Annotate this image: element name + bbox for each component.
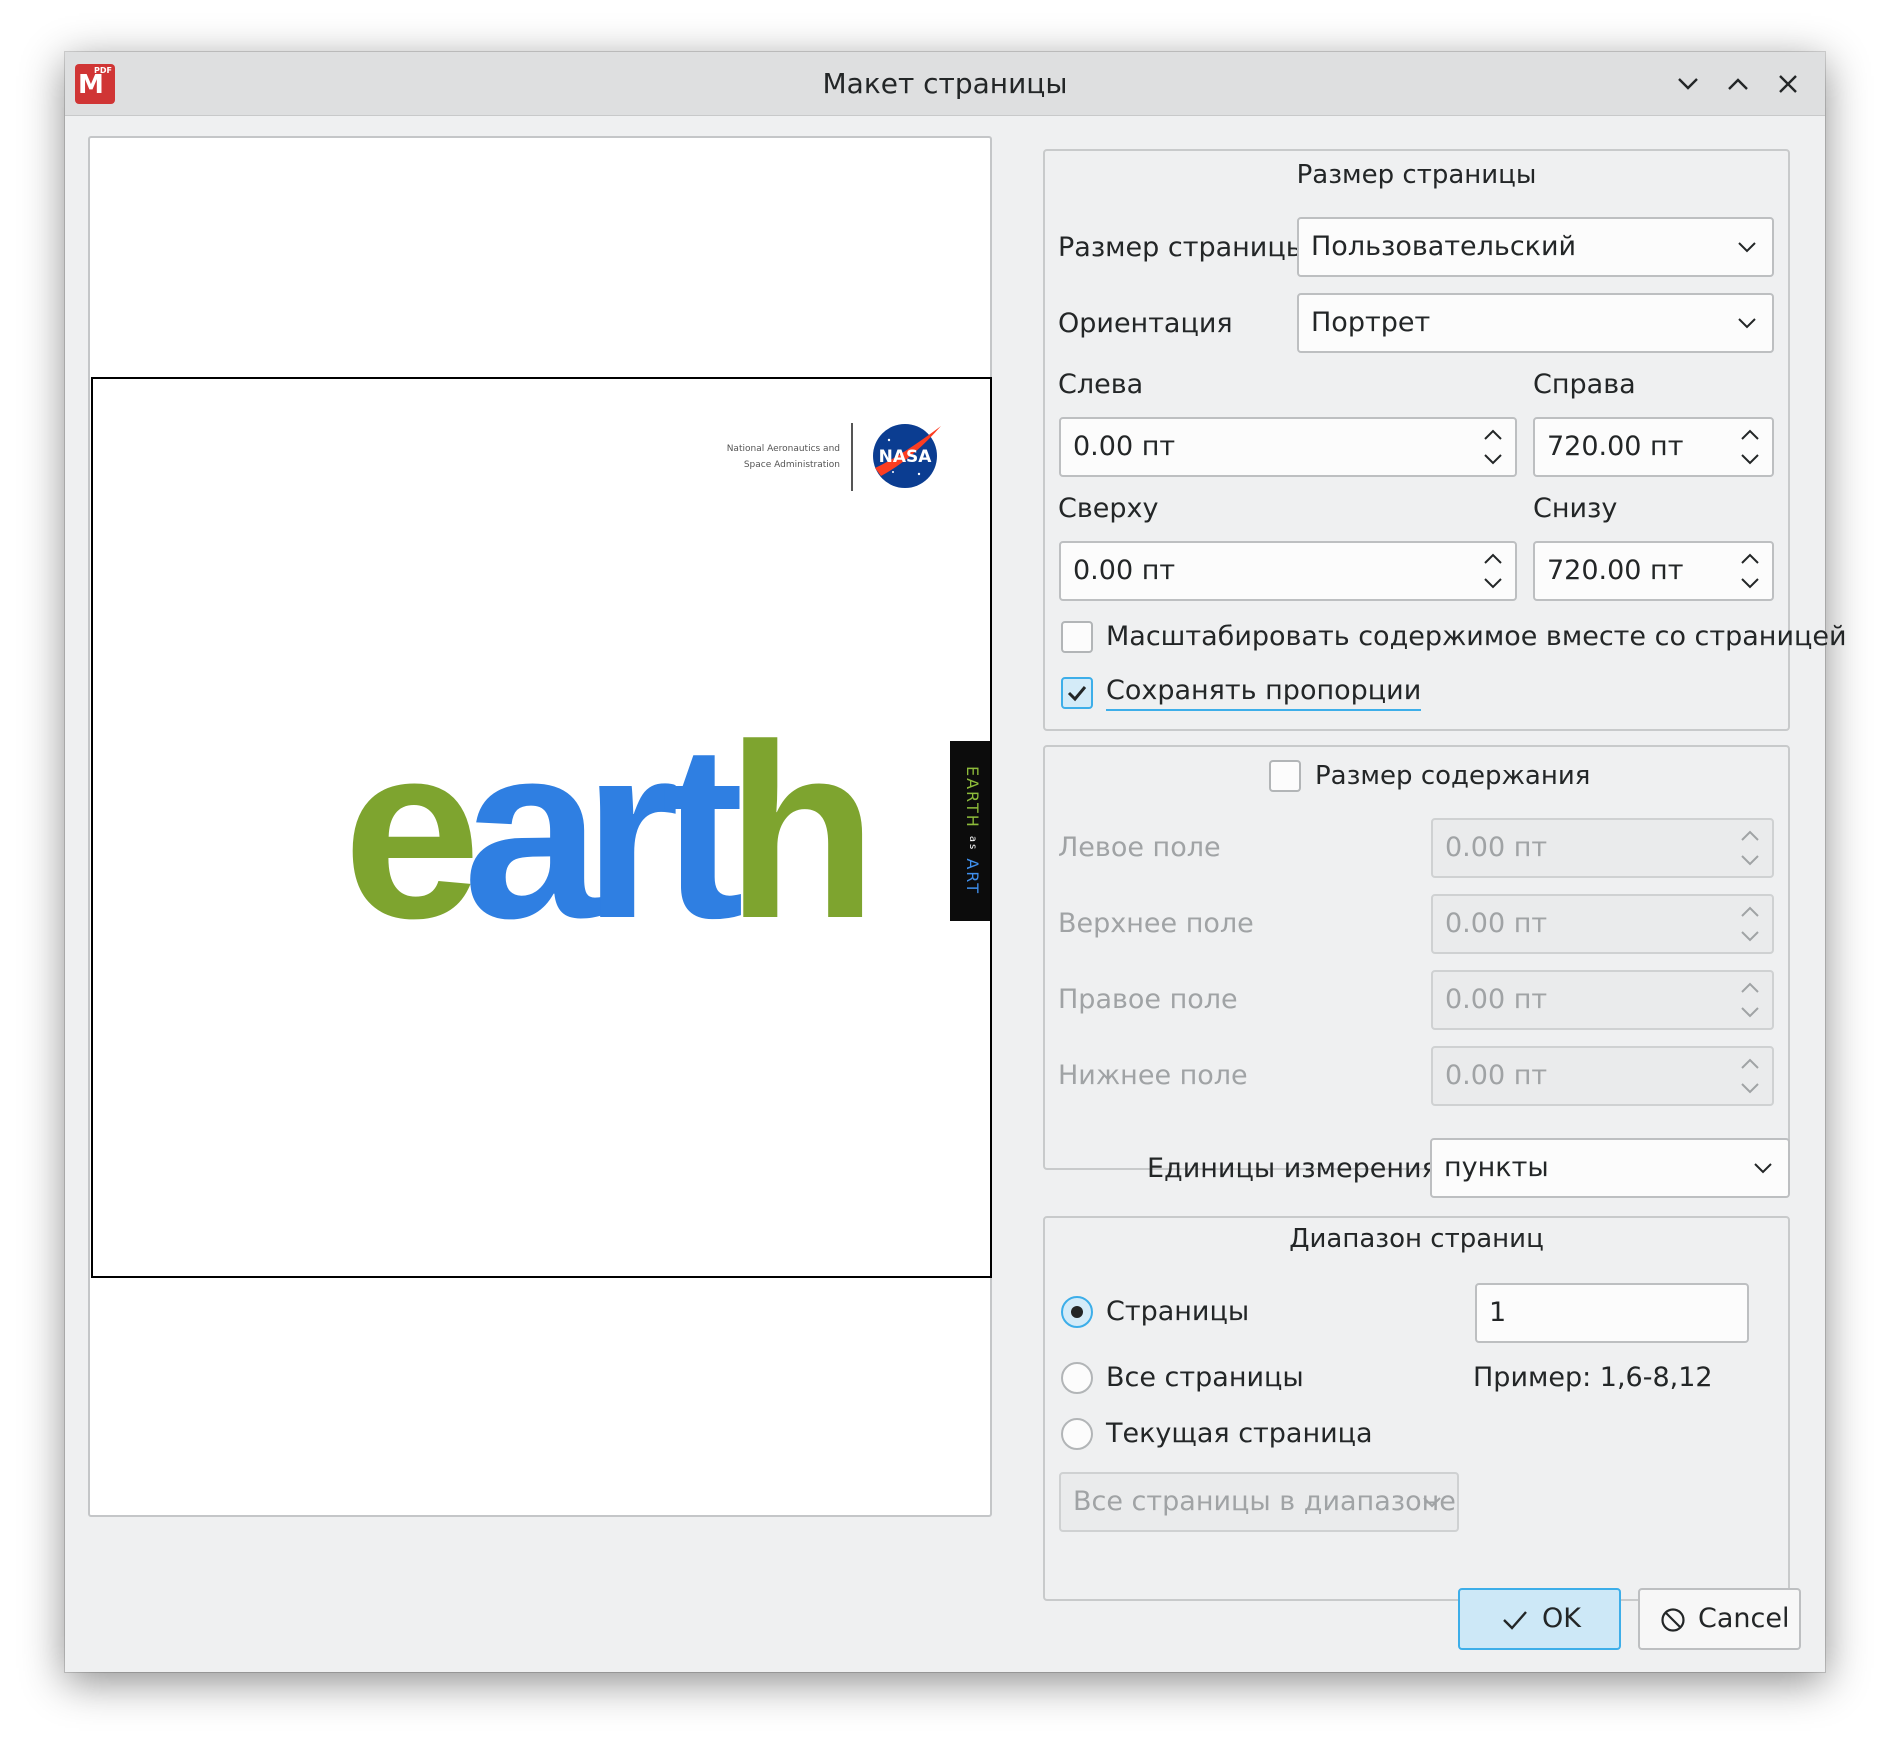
units-value: пункты — [1444, 1152, 1549, 1183]
ok-button-label: OK — [1542, 1603, 1581, 1634]
page-size-label: Размер страницы — [1058, 232, 1308, 263]
orientation-combo[interactable]: Портрет — [1297, 293, 1774, 353]
pages-input-value: 1 — [1489, 1297, 1507, 1328]
spin-arrows-icon[interactable] — [1481, 549, 1505, 593]
units-label: Единицы измерения — [1147, 1153, 1438, 1184]
cancel-circle-icon — [1661, 1608, 1685, 1632]
spin-arrows-icon — [1741, 1058, 1759, 1094]
current-page-label[interactable]: Текущая страница — [1106, 1414, 1373, 1454]
all-pages-label[interactable]: Все страницы — [1106, 1358, 1304, 1398]
nasa-divider — [851, 423, 853, 491]
nasa-logo-icon: NASA — [873, 424, 941, 488]
left-margin-spinbox[interactable]: 0.00 пт — [1431, 818, 1774, 878]
page-layout-dialog: M PDF Макет страницы National Aeronautic… — [65, 52, 1847, 1672]
chevron-down-icon — [1678, 78, 1698, 90]
minimize-button[interactable] — [1670, 66, 1706, 102]
earth-as-art-strip: EARTH as ART — [950, 741, 990, 921]
top-label: Сверху — [1058, 493, 1159, 524]
strip-word-earth: EARTH — [963, 766, 982, 830]
chevron-up-icon — [1728, 78, 1748, 90]
page-range-example: Пример: 1,6-8,12 — [1473, 1362, 1713, 1393]
earth-letters-art: art — [462, 692, 744, 970]
current-page-radio[interactable] — [1061, 1418, 1093, 1450]
left-spinbox[interactable]: 0.00 пт — [1059, 417, 1517, 477]
left-value: 0.00 пт — [1073, 431, 1176, 462]
chevron-down-icon — [1738, 242, 1756, 253]
units-combo[interactable]: пункты — [1430, 1138, 1790, 1198]
earth-title: earth — [343, 707, 877, 955]
content-size-title[interactable]: Размер содержания — [1315, 756, 1590, 796]
bottom-label: Снизу — [1533, 493, 1618, 524]
right-margin-spinbox[interactable]: 0.00 пт — [1431, 970, 1774, 1030]
earth-as-art-text: EARTH as ART — [950, 741, 990, 921]
pages-radio-label[interactable]: Страницы — [1106, 1292, 1249, 1332]
spin-arrows-icon — [1741, 830, 1759, 866]
bottom-spinbox[interactable]: 720.00 пт — [1533, 541, 1774, 601]
nasa-agency-line2: Space Administration — [743, 460, 840, 470]
top-spinbox[interactable]: 0.00 пт — [1059, 541, 1517, 601]
orientation-value: Портрет — [1311, 307, 1431, 338]
top-margin-spinbox[interactable]: 0.00 пт — [1431, 894, 1774, 954]
right-margin-value: 0.00 пт — [1445, 984, 1548, 1015]
page-subset-value: Все страницы в диапазоне — [1073, 1486, 1456, 1517]
page-range-group — [1043, 1216, 1790, 1601]
nasa-agency-text: National Aeronautics and Space Administr… — [718, 441, 840, 473]
scale-content-checkbox[interactable] — [1061, 621, 1093, 653]
top-value: 0.00 пт — [1073, 555, 1176, 586]
close-icon — [1779, 75, 1797, 93]
window-title: Макет страницы — [822, 67, 1068, 100]
keep-ratio-checkbox[interactable] — [1061, 677, 1093, 709]
content-size-group — [1043, 745, 1790, 1170]
spin-arrows-icon — [1741, 982, 1759, 1018]
right-spinbox[interactable]: 720.00 пт — [1533, 417, 1774, 477]
title-bar: M PDF Макет страницы — [65, 52, 1825, 116]
chevron-down-icon — [1423, 1497, 1441, 1508]
left-margin-value: 0.00 пт — [1445, 832, 1548, 863]
right-label: Справа — [1533, 369, 1636, 400]
nasa-logo-text: NASA — [879, 447, 933, 467]
page-size-combo[interactable]: Пользовательский — [1297, 217, 1774, 277]
left-label: Слева — [1058, 369, 1144, 400]
pages-radio[interactable] — [1061, 1296, 1093, 1328]
chevron-down-icon — [1738, 318, 1756, 329]
keep-ratio-label[interactable]: Сохранять пропорции — [1106, 673, 1422, 711]
page-size-group-title: Размер страницы — [1296, 160, 1537, 190]
spin-arrows-icon[interactable] — [1738, 425, 1762, 469]
spin-arrows-icon[interactable] — [1481, 425, 1505, 469]
ok-button[interactable]: OK — [1458, 1588, 1621, 1650]
earth-letter-h: h — [725, 692, 877, 970]
bottom-margin-label: Нижнее поле — [1058, 1060, 1248, 1091]
cancel-button[interactable]: Cancel — [1638, 1588, 1801, 1650]
left-margin-label: Левое поле — [1058, 832, 1221, 863]
cancel-button-label: Cancel — [1698, 1603, 1790, 1634]
spin-arrows-icon[interactable] — [1738, 549, 1762, 593]
orientation-label: Ориентация — [1058, 308, 1233, 339]
spin-arrows-icon — [1741, 906, 1759, 942]
top-margin-value: 0.00 пт — [1445, 908, 1548, 939]
scale-content-label[interactable]: Масштабировать содержимое вместе со стра… — [1106, 617, 1847, 657]
nasa-agency-line1: National Aeronautics and — [726, 444, 840, 454]
content-size-checkbox[interactable] — [1269, 760, 1301, 792]
checkmark-icon — [1067, 686, 1087, 702]
bottom-margin-spinbox[interactable]: 0.00 пт — [1431, 1046, 1774, 1106]
preview-page: National Aeronautics and Space Administr… — [91, 377, 992, 1278]
page-size-value: Пользовательский — [1311, 231, 1577, 262]
checkmark-icon — [1503, 1611, 1527, 1630]
strip-word-as: as — [967, 836, 978, 852]
right-margin-label: Правое поле — [1058, 984, 1238, 1015]
chevron-down-icon — [1754, 1163, 1772, 1174]
earth-letter-e: e — [343, 692, 481, 970]
page-range-group-title: Диапазон страниц — [1289, 1224, 1544, 1254]
top-margin-label: Верхнее поле — [1058, 908, 1254, 939]
maximize-button[interactable] — [1720, 66, 1756, 102]
page-subset-combo[interactable]: Все страницы в диапазоне — [1059, 1472, 1459, 1532]
all-pages-radio[interactable] — [1061, 1362, 1093, 1394]
strip-word-art: ART — [963, 858, 982, 896]
close-button[interactable] — [1770, 66, 1806, 102]
bottom-margin-value: 0.00 пт — [1445, 1060, 1548, 1091]
right-value: 720.00 пт — [1547, 431, 1684, 462]
pages-input[interactable]: 1 — [1475, 1283, 1749, 1343]
bottom-value: 720.00 пт — [1547, 555, 1684, 586]
